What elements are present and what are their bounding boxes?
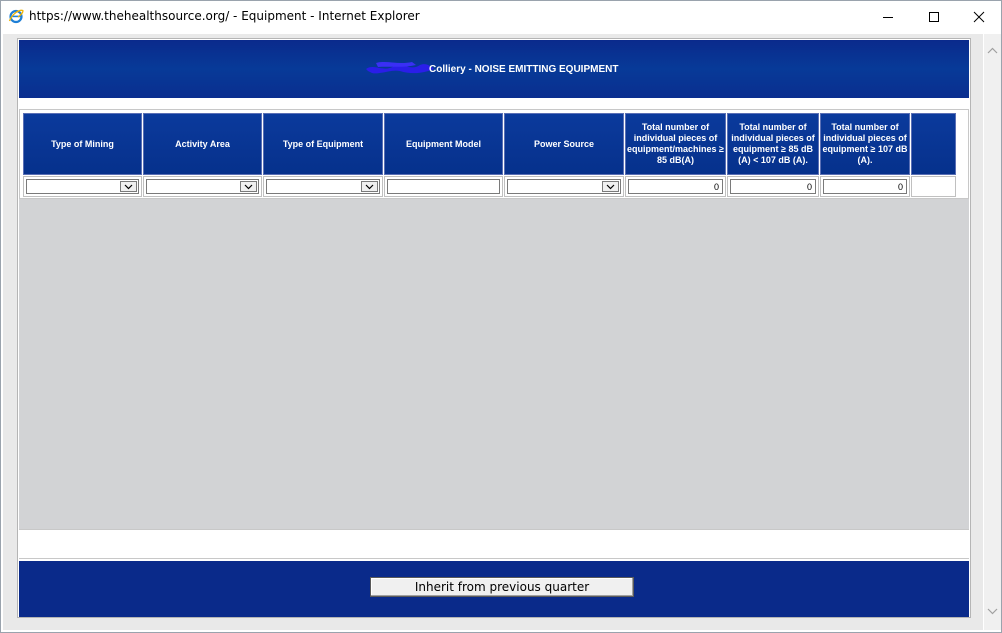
vertical-scrollbar[interactable]: [984, 34, 1001, 630]
table-header-row: Type of Mining Activity Area Type of Equ…: [23, 113, 956, 175]
content-panel: [19, 199, 969, 529]
cell-type-of-equipment: [263, 176, 383, 197]
cell-equipment-model: [384, 176, 503, 197]
cell-activity-area: [143, 176, 262, 197]
equipment-form: Colliery - NOISE EMITTING EQUIPMENT Type…: [17, 38, 971, 618]
close-button[interactable]: [956, 1, 1002, 32]
count-85-107-input[interactable]: 0: [730, 179, 816, 194]
type-of-mining-select[interactable]: [26, 179, 139, 194]
separator-strip: [19, 529, 969, 559]
column-header-blank: [911, 113, 956, 175]
dropdown-arrow[interactable]: [240, 181, 257, 192]
column-header-power-source: Power Source: [504, 113, 624, 175]
activity-area-select[interactable]: [146, 179, 259, 194]
column-header-count-85-107: Total number of individual pieces of equ…: [727, 113, 819, 175]
column-header-type-of-equipment: Type of Equipment: [263, 113, 383, 175]
cell-power-source: [504, 176, 624, 197]
cell-blank: [911, 176, 956, 197]
cell-count-85: 0: [625, 176, 726, 197]
cell-type-of-mining: [23, 176, 142, 197]
dropdown-arrow[interactable]: [602, 181, 619, 192]
scroll-down-icon[interactable]: [984, 604, 1001, 618]
chevron-down-icon: [244, 184, 253, 189]
count-107-input[interactable]: 0: [823, 179, 907, 194]
type-of-equipment-select[interactable]: [266, 179, 380, 194]
scroll-up-icon[interactable]: [984, 44, 1001, 58]
inherit-from-previous-quarter-button[interactable]: Inherit from previous quarter: [370, 577, 634, 597]
minimize-icon: [883, 16, 893, 18]
page-viewport: Colliery - NOISE EMITTING EQUIPMENT Type…: [3, 34, 983, 630]
maximize-button[interactable]: [911, 1, 957, 32]
power-source-select[interactable]: [507, 179, 621, 194]
window-title: https://www.thehealthsource.org/ - Equip…: [29, 9, 420, 23]
cell-count-107: 0: [820, 176, 910, 197]
header-banner: Colliery - NOISE EMITTING EQUIPMENT: [19, 40, 969, 98]
footer-banner: Inherit from previous quarter: [19, 561, 969, 617]
chevron-down-icon: [606, 184, 615, 189]
minimize-button[interactable]: [865, 1, 911, 32]
chevron-down-icon: [124, 184, 133, 189]
ie-icon: [8, 9, 24, 24]
column-header-equipment-model: Equipment Model: [384, 113, 503, 175]
column-header-type-of-mining: Type of Mining: [23, 113, 142, 175]
dropdown-arrow[interactable]: [361, 181, 378, 192]
chevron-down-icon: [365, 184, 374, 189]
column-header-count-107: Total number of individual pieces of equ…: [820, 113, 910, 175]
equipment-table-container: Type of Mining Activity Area Type of Equ…: [19, 109, 969, 199]
dropdown-arrow[interactable]: [120, 181, 137, 192]
page-title: Colliery - NOISE EMITTING EQUIPMENT: [429, 64, 619, 75]
column-header-activity-area: Activity Area: [143, 113, 262, 175]
table-row: 0 0 0: [23, 176, 956, 197]
equipment-model-input[interactable]: [387, 179, 500, 194]
close-icon: [973, 11, 985, 22]
redaction-scribble: [366, 62, 434, 74]
browser-window: https://www.thehealthsource.org/ - Equip…: [0, 0, 1002, 633]
maximize-icon: [929, 11, 939, 22]
column-header-count-85: Total number of individual pieces of equ…: [625, 113, 726, 175]
count-85-input[interactable]: 0: [628, 179, 723, 194]
title-bar[interactable]: https://www.thehealthsource.org/ - Equip…: [1, 1, 1001, 32]
cell-count-85-107: 0: [727, 176, 819, 197]
equipment-table: Type of Mining Activity Area Type of Equ…: [22, 112, 957, 198]
